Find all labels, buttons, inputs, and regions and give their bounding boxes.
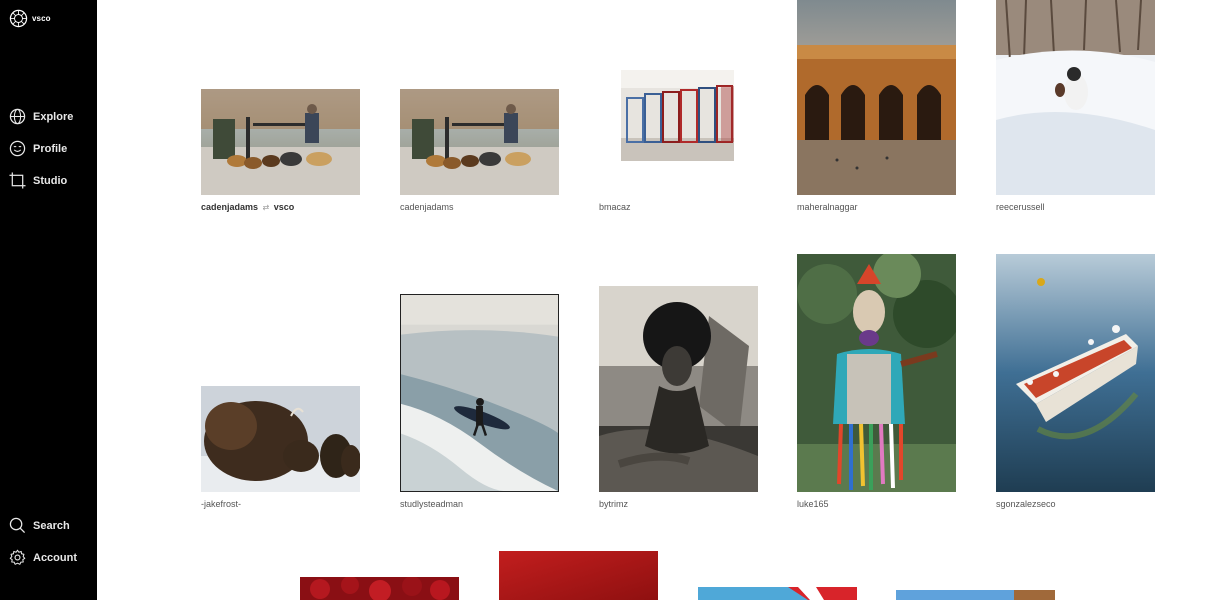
nav-profile[interactable]: Profile	[9, 140, 67, 157]
photo-surfer[interactable]	[400, 294, 559, 492]
globe-icon	[9, 108, 26, 125]
nav-studio[interactable]: Studio	[9, 172, 67, 189]
username-link[interactable]: maheralnaggar	[797, 202, 858, 212]
grid-item[interactable]: bytrimz	[599, 254, 758, 519]
logo-text: vsco	[32, 14, 51, 23]
nav-studio-label: Studio	[33, 174, 68, 187]
username-link[interactable]: reecerussell	[996, 202, 1045, 212]
smiley-icon	[9, 140, 26, 157]
nav-explore[interactable]: Explore	[9, 108, 73, 125]
repost-icon: ⇄	[262, 203, 270, 212]
nav-profile-label: Profile	[33, 142, 68, 155]
nav-search-label: Search	[33, 519, 70, 532]
grid-item[interactable]: cadenjadams	[400, 0, 559, 220]
grid-item[interactable]: -jakefrost-	[201, 254, 360, 519]
nav-account[interactable]: Account	[9, 549, 77, 566]
grid-item[interactable]: reecerussell	[996, 0, 1155, 220]
grid-item[interactable]: luke165	[797, 254, 956, 519]
username-link[interactable]: cadenjadams	[400, 202, 454, 212]
photo-dog-snow[interactable]	[996, 0, 1155, 195]
username-link[interactable]: sgonzalezseco	[996, 499, 1056, 509]
photo-portrait-bw[interactable]	[599, 286, 758, 492]
grid-item[interactable]: bmacaz	[599, 0, 758, 220]
photo-rowboat[interactable]	[996, 254, 1155, 492]
username-link[interactable]: studlysteadman	[400, 499, 463, 509]
search-icon	[9, 517, 26, 534]
nav-search[interactable]: Search	[9, 517, 70, 534]
username-link[interactable]: bytrimz	[599, 499, 628, 509]
vsco-logo-icon	[9, 9, 28, 28]
photo-violinist[interactable]	[797, 254, 956, 492]
photo-caption: cadenjadams ⇄ vsco	[201, 202, 294, 212]
username-link[interactable]: cadenjadams	[201, 202, 258, 212]
sidebar: vsco Explore Profile Studio Search Accou…	[0, 0, 97, 600]
photo-dogs-park[interactable]	[400, 89, 559, 195]
username-link[interactable]: -jakefrost-	[201, 499, 241, 509]
grid-item[interactable]: maheralnaggar	[797, 0, 956, 220]
photo-bison[interactable]	[201, 386, 360, 492]
nav-account-label: Account	[33, 551, 77, 564]
photo-red-roses[interactable]	[300, 577, 459, 600]
username-link[interactable]: bmacaz	[599, 202, 631, 212]
grid-item[interactable]: cadenjadams ⇄ vsco	[201, 0, 360, 220]
gear-icon	[9, 549, 26, 565]
photo-blue-sky[interactable]	[896, 590, 1055, 600]
username-link[interactable]: luke165	[797, 499, 829, 509]
grid-item[interactable]: sgonzalezseco	[996, 254, 1155, 519]
photo-blue-red[interactable]	[698, 587, 857, 600]
grid-item[interactable]: studlysteadman	[400, 254, 559, 519]
nav-explore-label: Explore	[33, 110, 74, 123]
photo-dogs-park[interactable]	[201, 89, 360, 195]
photo-chairs[interactable]	[621, 70, 734, 161]
photo-red-abstract[interactable]	[499, 551, 658, 600]
crop-icon	[9, 172, 26, 189]
vsco-logo[interactable]: vsco	[9, 9, 51, 28]
photo-arcade[interactable]	[797, 0, 956, 195]
repost-username-link[interactable]: vsco	[274, 202, 295, 212]
